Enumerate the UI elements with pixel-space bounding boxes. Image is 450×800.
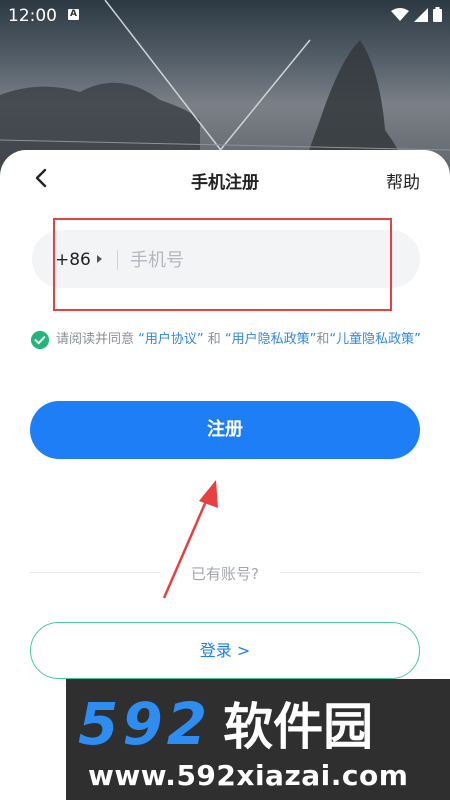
watermark-name: 软件园 [223, 698, 374, 756]
watermark-digits: 592 [78, 690, 212, 758]
status-bar: 12:00 A [0, 0, 450, 32]
wifi-icon [391, 7, 409, 21]
agreement-prefix: 请阅读并同意 [56, 332, 139, 347]
divider-right [280, 572, 420, 573]
privacy-policy-link[interactable]: “用户隐私政策” [225, 332, 316, 347]
agreement-checkbox[interactable] [31, 331, 49, 349]
status-icons [391, 7, 442, 22]
agreement-and-2: 和 [316, 332, 330, 347]
child-privacy-link[interactable]: “儿童隐私政策” [329, 332, 420, 347]
annotation-highlight-box [53, 218, 392, 311]
status-time: 12:00 [8, 6, 57, 26]
battery-icon [433, 7, 442, 22]
agreement-and: 和 [203, 332, 225, 347]
notification-badge: A [68, 9, 79, 20]
page-title: 手机注册 [191, 173, 259, 193]
have-account-label: 已有账号? [191, 565, 259, 583]
login-button[interactable]: 登录 > [30, 622, 420, 679]
user-agreement-link[interactable]: “用户协议” [138, 332, 203, 347]
watermark-url: www.592xiazai.com [88, 759, 409, 792]
agreement-text: 请阅读并同意 “用户协议” 和 “用户隐私政策”和“儿童隐私政策” [56, 329, 426, 351]
watermark-logo: 592 软件园 [78, 687, 373, 759]
annotation-arrow [162, 480, 218, 599]
watermark: 592 软件园 www.592xiazai.com [66, 679, 450, 800]
help-button[interactable]: 帮助 [386, 168, 420, 193]
register-button[interactable]: 注册 [30, 401, 420, 459]
signal-icon [414, 7, 428, 22]
